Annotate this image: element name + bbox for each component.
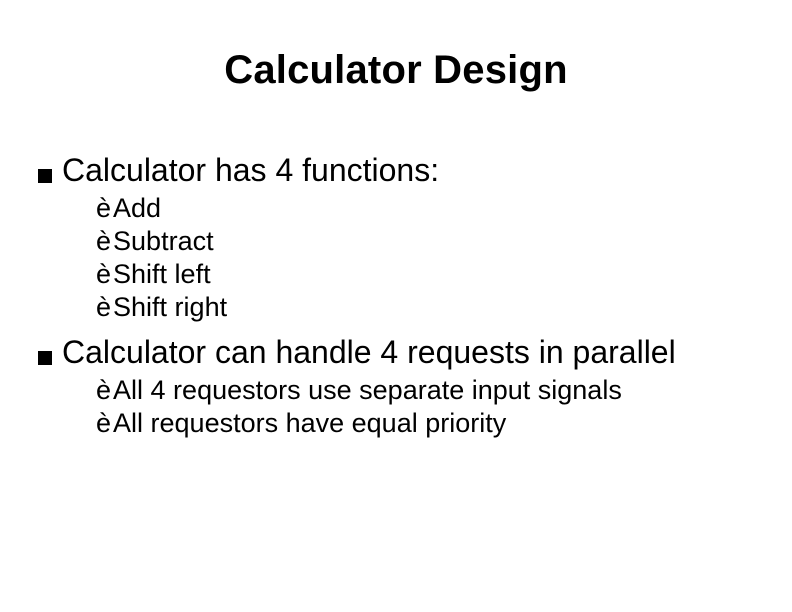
sub-bullet-text: Add: [113, 192, 754, 225]
sub-bullet-item: è Add: [96, 192, 754, 225]
bullet-item: Calculator has 4 functions:: [38, 150, 754, 190]
sub-bullet-text: Shift left: [113, 258, 754, 291]
sub-list: è Add è Subtract è Shift left è Shift ri…: [96, 192, 754, 324]
sub-bullet-text: All requestors have equal priority: [113, 407, 754, 440]
sub-bullet-item: è Shift right: [96, 291, 754, 324]
bullet-text: Calculator can handle 4 requests in para…: [62, 332, 754, 372]
arrow-right-icon: è: [96, 407, 111, 440]
sub-bullet-text: All 4 requestors use separate input sign…: [113, 374, 754, 407]
bullet-text: Calculator has 4 functions:: [62, 150, 754, 190]
slide: Calculator Design Calculator has 4 funct…: [0, 0, 792, 612]
arrow-right-icon: è: [96, 374, 111, 407]
square-bullet-icon: [38, 169, 52, 183]
sub-bullet-text: Shift right: [113, 291, 754, 324]
sub-bullet-text: Subtract: [113, 225, 754, 258]
arrow-right-icon: è: [96, 258, 111, 291]
arrow-right-icon: è: [96, 291, 111, 324]
sub-bullet-item: è Shift left: [96, 258, 754, 291]
sub-bullet-item: è All requestors have equal priority: [96, 407, 754, 440]
slide-content: Calculator has 4 functions: è Add è Subt…: [38, 150, 754, 448]
bullet-item: Calculator can handle 4 requests in para…: [38, 332, 754, 372]
slide-title: Calculator Design: [0, 48, 792, 93]
square-bullet-icon: [38, 351, 52, 365]
arrow-right-icon: è: [96, 192, 111, 225]
sub-bullet-item: è All 4 requestors use separate input si…: [96, 374, 754, 407]
arrow-right-icon: è: [96, 225, 111, 258]
sub-bullet-item: è Subtract: [96, 225, 754, 258]
sub-list: è All 4 requestors use separate input si…: [96, 374, 754, 440]
